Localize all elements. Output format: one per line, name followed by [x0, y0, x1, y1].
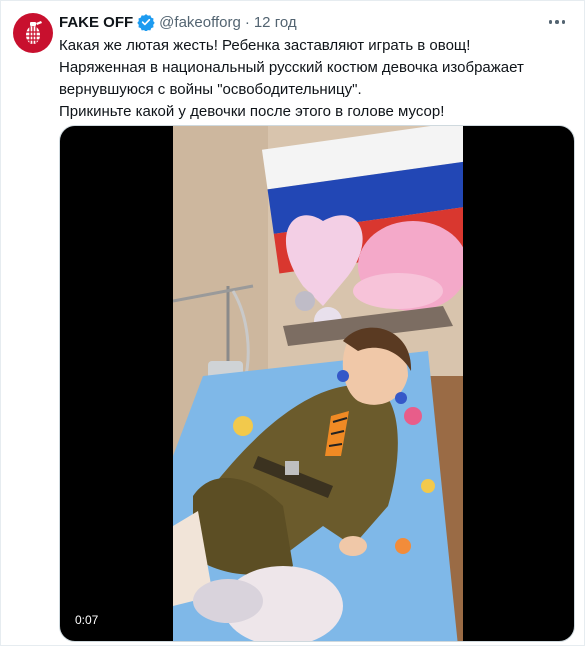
verified-badge-icon — [137, 13, 155, 31]
video-player[interactable]: 0:07 — [59, 125, 575, 642]
video-frame[interactable] — [173, 126, 463, 641]
header-separator: · — [244, 13, 250, 31]
tweet-text-line: Прикиньте какой у девочки после этого в … — [59, 103, 445, 120]
tweet-text-line: вернувшуюся с войны "освободительницу". — [59, 81, 362, 98]
tweet-header: FAKE OFF @fakeofforg · 12 год — [59, 12, 297, 32]
tweet-timestamp[interactable]: 12 год — [254, 14, 297, 31]
grenade-logo-icon — [26, 21, 42, 44]
more-options-icon[interactable] — [546, 13, 568, 31]
tweet-text: Какая же лютая жесть! Ребенка заставляют… — [59, 35, 569, 123]
tweet-text-line: Наряженная в национальный русский костюм… — [59, 59, 524, 76]
avatar[interactable] — [13, 13, 53, 53]
account-name[interactable]: FAKE OFF — [59, 14, 133, 31]
tweet-card[interactable]: FAKE OFF @fakeofforg · 12 год Какая же л… — [0, 0, 585, 646]
video-duration-badge: 0:07 — [70, 611, 104, 629]
account-handle[interactable]: @fakeofforg — [159, 14, 241, 31]
video-thumbnail-image — [173, 126, 463, 641]
tweet-text-line: Какая же лютая жесть! Ребенка заставляют… — [59, 37, 471, 54]
